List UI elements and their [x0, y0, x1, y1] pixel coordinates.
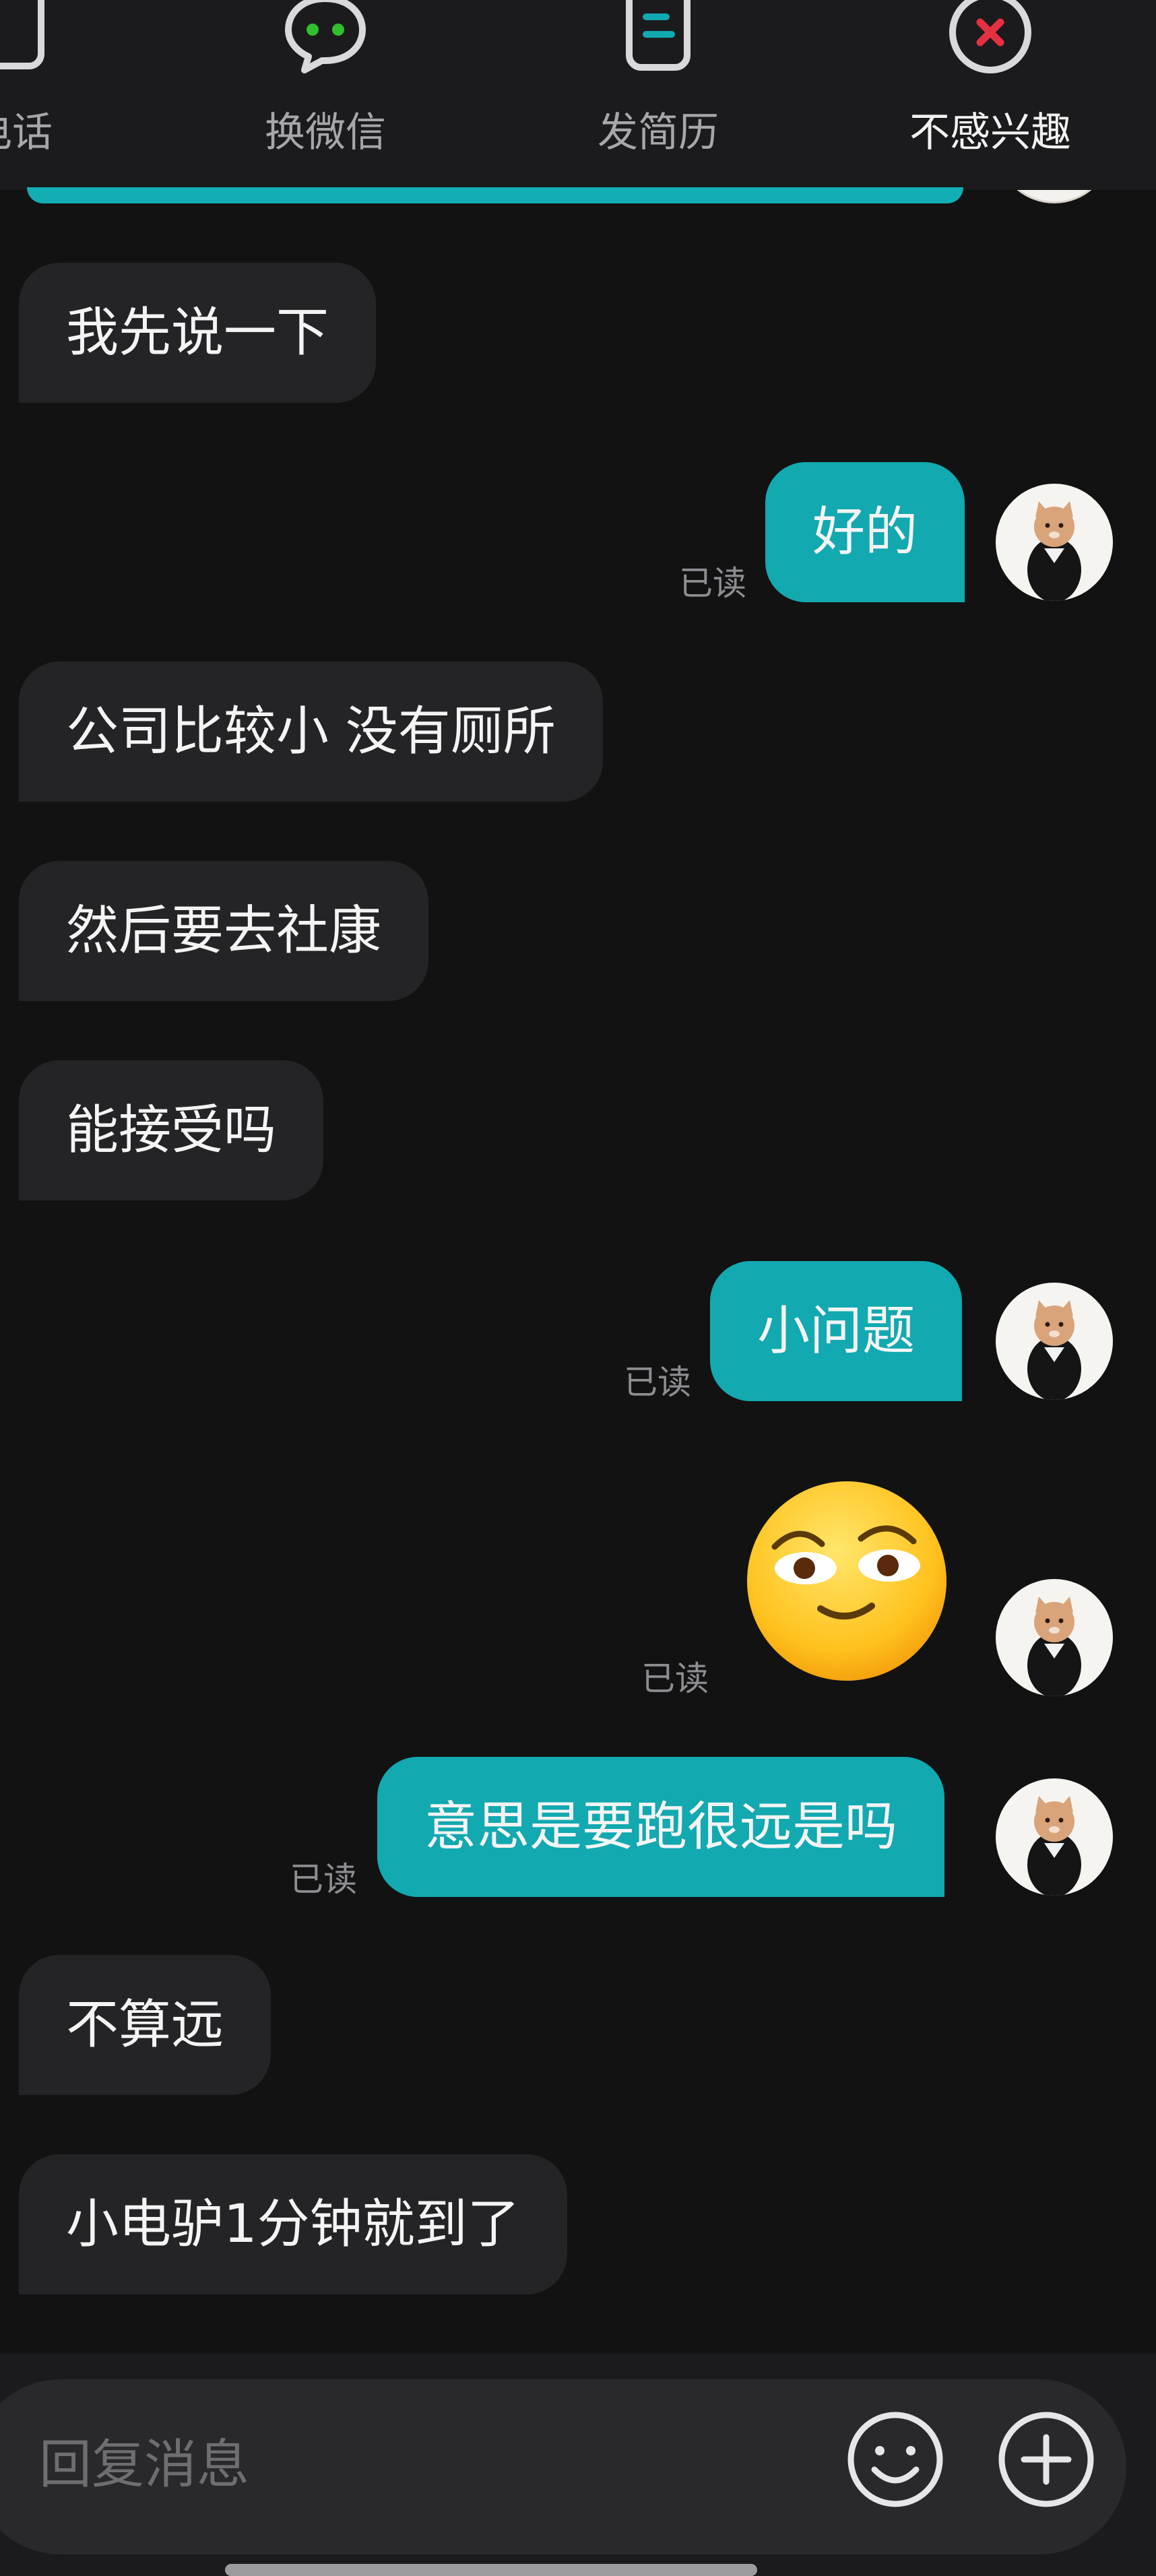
message-text: 小问题: [757, 1301, 916, 1361]
outgoing-message-bubble[interactable]: 小问题: [710, 1261, 963, 1401]
outgoing-message-bubble[interactable]: 好的: [765, 462, 965, 602]
not-interested-label: 不感兴趣: [909, 109, 1071, 156]
message-input-bar: [0, 2354, 1156, 2576]
my-avatar[interactable]: [996, 1778, 1113, 1896]
cat-in-suit-avatar-icon: [1027, 1300, 1081, 1400]
phone-icon: [0, 0, 44, 69]
phone-action-button[interactable]: 电话: [0, 0, 120, 190]
previous-avatar-edge: [996, 190, 1113, 203]
smirk-emoji-sticker[interactable]: [740, 1474, 954, 1688]
my-avatar[interactable]: [996, 1283, 1113, 1400]
chat-screen: 电话 换微信 发简历 不感兴趣: [0, 0, 1156, 2576]
message-text: 然后要去社康: [66, 901, 382, 961]
outgoing-message-bubble[interactable]: 意思是要跑很远是吗: [377, 1757, 945, 1897]
incoming-message-bubble[interactable]: 我先说一下: [19, 263, 377, 403]
previous-message-bubble-edge: [27, 187, 963, 203]
reply-message-input[interactable]: [39, 2408, 780, 2522]
my-avatar[interactable]: [996, 484, 1113, 601]
message-text: 能接受吗: [66, 1100, 277, 1161]
incoming-message-bubble[interactable]: 小电驴1分钟就到了: [19, 2154, 567, 2294]
send-resume-label: 发简历: [598, 109, 719, 156]
emoji-icon[interactable]: [845, 2409, 946, 2510]
incoming-message-bubble[interactable]: 然后要去社康: [19, 861, 429, 1001]
cat-in-suit-avatar-icon: [1027, 1597, 1081, 1696]
message-text: 意思是要跑很远是吗: [424, 1797, 898, 1857]
resume-icon: [626, 0, 691, 71]
read-status: 已读: [679, 564, 746, 603]
message-text: 公司比较小 没有厕所: [66, 701, 556, 762]
exchange-wechat-label: 换微信: [265, 109, 386, 156]
read-status: 已读: [290, 1860, 357, 1899]
exchange-wechat-button[interactable]: 换微信: [218, 0, 433, 190]
send-resume-button[interactable]: 发简历: [550, 0, 766, 190]
message-text: 小电驴1分钟就到了: [66, 2194, 520, 2255]
my-avatar[interactable]: [996, 1579, 1113, 1696]
chat-action-bar: 电话 换微信 发简历 不感兴趣: [0, 0, 1156, 190]
plus-icon[interactable]: [996, 2409, 1097, 2510]
not-interested-icon: [949, 0, 1031, 73]
not-interested-button[interactable]: 不感兴趣: [882, 0, 1098, 190]
message-text: 好的: [812, 502, 918, 562]
message-text: 我先说一下: [66, 302, 329, 363]
wechat-icon: [285, 0, 366, 73]
incoming-message-bubble[interactable]: 公司比较小 没有厕所: [19, 662, 603, 802]
read-status: 已读: [641, 1659, 709, 1698]
incoming-message-bubble[interactable]: 不算远: [19, 1955, 271, 2095]
read-status: 已读: [624, 1363, 691, 1402]
cat-in-suit-avatar-icon: [1027, 1796, 1081, 1896]
cat-in-suit-avatar-icon: [1027, 501, 1081, 601]
message-text: 不算远: [66, 1995, 224, 2055]
incoming-message-bubble[interactable]: 能接受吗: [19, 1060, 324, 1200]
phone-action-label: 电话: [0, 109, 53, 156]
home-indicator[interactable]: [225, 2564, 757, 2576]
